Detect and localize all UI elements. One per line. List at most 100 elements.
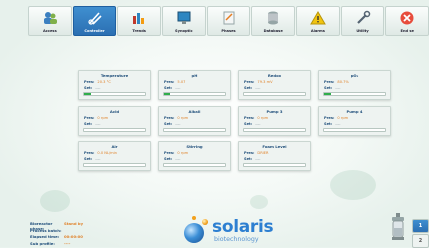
card-title: Pump 4 (346, 109, 363, 114)
set-label: Set: (84, 86, 93, 90)
set-value: ---- (255, 122, 261, 126)
card-title: Air (111, 144, 118, 149)
set-value: ---- (175, 86, 181, 90)
card-ph[interactable]: pH Pres: 5.07 Set: ---- (158, 70, 231, 100)
level-bar (243, 128, 306, 132)
set-label: Set: (244, 122, 253, 126)
set-value: ---- (255, 157, 261, 161)
set-value: ---- (335, 86, 341, 90)
toolbar-label: Synoptic (175, 29, 193, 33)
card-acid[interactable]: Acid Pres: 0 rpm Set: ---- (78, 106, 151, 136)
brand-name: solaris (212, 217, 274, 237)
card-stirring[interactable]: Stirring Pres: 0 rpm Set: ---- (158, 141, 231, 171)
pres-value: 5.07 (177, 80, 186, 84)
set-value: ---- (335, 122, 341, 126)
card-title: pO₂ (350, 73, 359, 78)
pres-label: Pres: (84, 116, 95, 120)
level-bar (83, 163, 146, 167)
toolbar-alarms-button[interactable]: Alarms (296, 6, 340, 36)
utility-icon (356, 10, 370, 24)
card-redox[interactable]: Redox Pres: 79.3 mV Set: ---- (238, 70, 311, 100)
card-title: Redox (267, 73, 282, 78)
pres-label: Pres: (164, 116, 175, 120)
pres-label: Pres: (324, 80, 335, 84)
card-title: Pump 3 (266, 109, 283, 114)
toolbar-utility-button[interactable]: Utility (340, 6, 385, 36)
pres-label: Pres: (84, 151, 95, 155)
pres-value: 0 rpm (337, 116, 349, 120)
level-bar (83, 92, 146, 96)
toolbar-database-button[interactable]: Database (251, 6, 296, 36)
alarm-icon (309, 11, 326, 25)
reactor-2-button[interactable]: 2 (412, 234, 429, 248)
level-bar-fill (164, 93, 171, 95)
card-title: Temperature (100, 73, 129, 78)
set-value: ---- (175, 122, 181, 126)
phases-icon (223, 11, 235, 25)
pres-label: Pres: (244, 116, 255, 120)
set-label: Set: (164, 122, 173, 126)
level-bar-fill (324, 93, 332, 95)
set-label: Set: (324, 122, 333, 126)
pres-value: 80.7% (337, 80, 349, 84)
solaris-logo: solaris biotechnology (178, 213, 298, 243)
bubble-decoration (250, 195, 268, 209)
pres-label: Pres: (164, 80, 175, 84)
pres-label: Pres: (84, 80, 95, 84)
toolbar-end-session-button[interactable]: End se (385, 6, 429, 36)
toolbar-access-button[interactable]: Access (28, 6, 72, 36)
set-value: ---- (255, 86, 261, 90)
end-session-icon (400, 11, 414, 25)
set-label: Set: (164, 157, 173, 161)
level-bar (243, 163, 306, 167)
set-value: ---- (95, 86, 101, 90)
set-label: Set: (84, 157, 93, 161)
process-info-panel: Bioreactor phase: Stand by Process batch:… (30, 221, 83, 247)
toolbar-label: Database (263, 29, 283, 33)
set-label: Set: (244, 157, 253, 161)
card-temperature[interactable]: Temperature Pres: 20.3 °C Set: ---- (78, 70, 151, 100)
info-value: Stand by (64, 221, 84, 226)
level-bar (83, 128, 146, 132)
level-bar (163, 163, 226, 167)
pres-value: 0.0 NL/min (97, 151, 117, 155)
toolbar-phases-button[interactable]: Phases (206, 6, 251, 36)
pres-value: 20.3 °C (97, 80, 111, 84)
toolbar-label: Access (42, 29, 57, 33)
card-foam-level[interactable]: Foam Level Pres: DRIER Set: ---- (238, 141, 311, 171)
pres-value: 0 rpm (177, 116, 189, 120)
card-pump-3[interactable]: Pump 3 Pres: 0 rpm Set: ---- (238, 106, 311, 136)
info-value: ---- (64, 240, 71, 246)
trends-icon (133, 13, 145, 24)
toolbar-trends-button[interactable]: Trends (117, 6, 162, 36)
toolbar-label: Controller (84, 29, 105, 33)
pres-value: 0 rpm (257, 116, 269, 120)
level-bar (163, 128, 226, 132)
level-bar (163, 92, 226, 96)
bioreactor-vessel-icon (392, 213, 404, 240)
set-value: ---- (95, 157, 101, 161)
pres-label: Pres: (244, 151, 255, 155)
set-label: Set: (244, 86, 253, 90)
toolbar-controller-button[interactable]: Controller (72, 6, 117, 36)
reactor-1-button[interactable]: 1 (412, 219, 429, 233)
toolbar-label: Phases (221, 29, 236, 33)
level-bar (323, 128, 386, 132)
level-bar-fill (84, 93, 92, 95)
pres-value: 79.3 mV (257, 80, 273, 84)
level-bar (323, 92, 386, 96)
card-alkali[interactable]: Alkali Pres: 0 rpm Set: ---- (158, 106, 231, 136)
brand-subtitle: biotechnology (214, 236, 259, 243)
card-air[interactable]: Air Pres: 0.0 NL/min Set: ---- (78, 141, 151, 171)
toolbar-synoptic-button[interactable]: Synoptic (162, 6, 206, 36)
pres-value: 0 rpm (97, 116, 109, 120)
pres-label: Pres: (244, 80, 255, 84)
toolbar-label: End se (400, 29, 414, 33)
set-label: Set: (164, 86, 173, 90)
info-key: Sub profile: (30, 240, 55, 246)
card-pump-4[interactable]: Pump 4 Pres: 0 rpm Set: ---- (318, 106, 391, 136)
card-title: Acid (109, 109, 120, 114)
logo-orb-icon (184, 223, 204, 243)
toolbar-label: Utility (356, 29, 369, 33)
card-po2[interactable]: pO₂ Pres: 80.7% Set: ---- (318, 70, 391, 100)
